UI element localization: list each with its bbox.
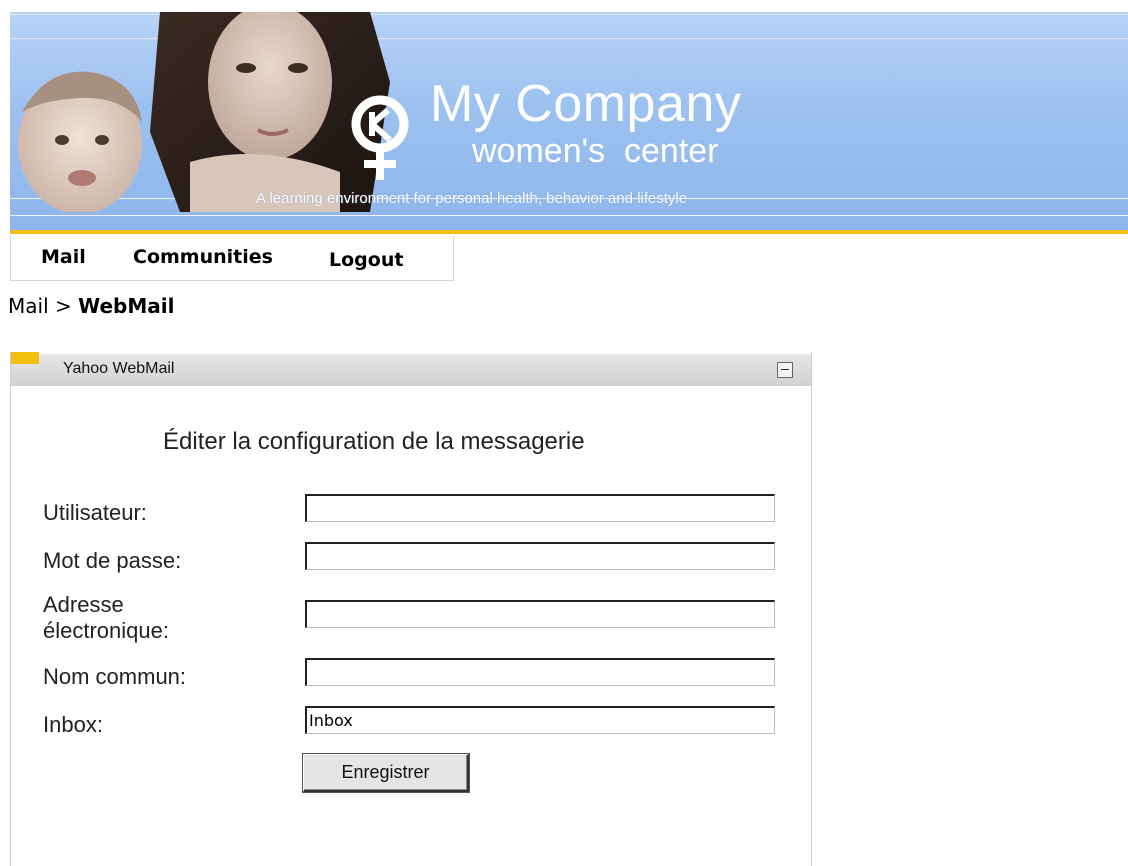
collapse-icon[interactable]: [777, 362, 793, 378]
nav-communities[interactable]: Communities: [133, 246, 273, 268]
top-navigation: Mail Communities Logout: [10, 236, 454, 281]
username-input[interactable]: [305, 494, 775, 522]
portlet-header-accent: [11, 352, 39, 364]
portlet-title: Yahoo WebMail: [63, 360, 175, 377]
nav-mail[interactable]: Mail: [41, 246, 86, 268]
breadcrumb-separator: >: [54, 294, 72, 318]
banner-bottom-rule-2: [10, 215, 1128, 216]
breadcrumb-parent[interactable]: Mail: [8, 294, 49, 318]
portlet-header: Yahoo WebMail: [11, 352, 811, 386]
breadcrumb-current: WebMail: [78, 294, 175, 318]
form-title: Éditer la configuration de la messagerie: [163, 428, 585, 455]
webmail-portlet: Yahoo WebMail Éditer la configuration de…: [10, 352, 812, 866]
inbox-label: Inbox:: [43, 712, 103, 737]
save-button[interactable]: Enregistrer: [303, 754, 469, 792]
company-logo-icon: [351, 95, 409, 180]
breadcrumb: Mail > WebMail: [8, 294, 174, 318]
brand-subtitle: women's center: [472, 132, 719, 170]
brand-name: My Company: [430, 75, 742, 133]
common-name-label: Nom commun:: [43, 664, 187, 689]
password-input[interactable]: [305, 542, 775, 570]
nav-logout[interactable]: Logout: [329, 249, 403, 271]
inbox-input[interactable]: [305, 706, 775, 734]
site-banner: My Company women's center A learning env…: [10, 12, 1128, 230]
email-input[interactable]: [305, 600, 775, 628]
email-label: Adresse électronique:: [43, 592, 169, 643]
banner-gold-rule: [10, 230, 1128, 234]
password-label: Mot de passe:: [43, 548, 182, 573]
banner-tagline: A learning environment for personal heal…: [256, 190, 688, 207]
username-label: Utilisateur:: [43, 500, 147, 525]
common-name-input[interactable]: [305, 658, 775, 686]
